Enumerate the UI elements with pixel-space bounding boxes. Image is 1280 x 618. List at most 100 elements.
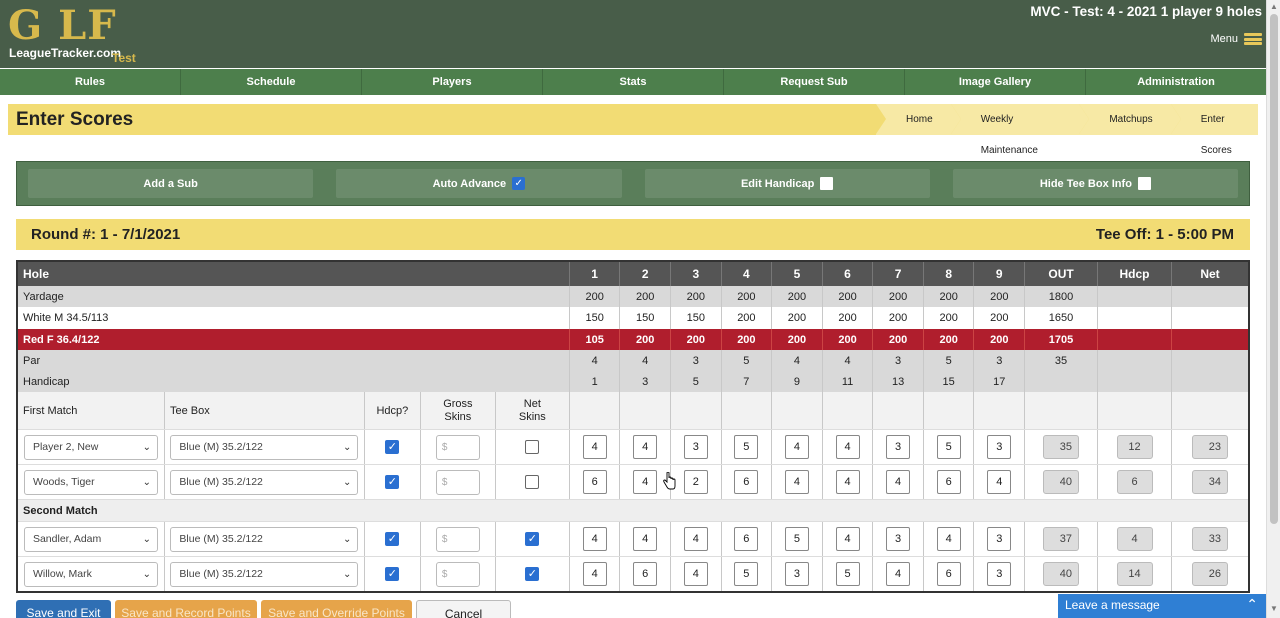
nav-stats[interactable]: Stats [543,69,724,95]
scroll-up-arrow-icon[interactable]: ▲ [1270,2,1278,11]
player-select[interactable]: Woods, Tiger ⌄ [23,469,158,495]
scroll-down-arrow-icon[interactable]: ▼ [1270,604,1278,613]
save-and-record-points-button[interactable]: Save and Record Points [115,600,257,618]
hole-score-cell: 4 [570,557,621,591]
hole-score-input[interactable]: 5 [936,435,961,459]
hole-score-input[interactable]: 4 [683,527,708,551]
hole-score-input[interactable]: 6 [582,470,607,494]
empty-cell [873,392,924,429]
gross-skins-input[interactable]: $ [435,434,480,460]
hdcp-checkbox[interactable]: ✓ [385,532,400,546]
hide-tee-box-toggle[interactable]: Hide Tee Box Info [952,169,1238,198]
hole-score-input[interactable]: 4 [835,527,860,551]
hole-score-input[interactable]: 6 [734,527,759,551]
menu-button[interactable]: Menu [1210,33,1262,45]
hole-score-input[interactable]: 3 [987,435,1012,459]
hole-score-input[interactable]: 4 [683,562,708,586]
auto-advance-checkbox[interactable]: ✓ [512,177,526,190]
hole-score-input[interactable]: 5 [784,527,809,551]
cancel-button[interactable]: Cancel [416,600,511,618]
hole-score-input[interactable]: 4 [835,470,860,494]
save-and-exit-button[interactable]: Save and Exit [16,600,111,618]
hdcp-checkbox[interactable]: ✓ [385,475,400,489]
hole-score-input[interactable]: 4 [633,435,658,459]
breadcrumb-weekly-maintenance[interactable]: Weekly Maintenance [950,104,1089,156]
player-select[interactable]: Player 2, New ⌄ [23,434,158,460]
hole-score-input[interactable]: 4 [886,470,911,494]
tee-box-select[interactable]: Blue (M) 35.2/122 ⌄ [170,469,359,495]
edit-handicap-checkbox[interactable] [820,177,834,190]
gross-skins-input[interactable]: $ [435,526,480,552]
hole-score-input[interactable]: 6 [734,470,759,494]
hide-tee-box-checkbox[interactable] [1137,177,1151,190]
player-select[interactable]: Sandler, Adam ⌄ [23,526,158,552]
par-value: 4 [620,350,671,371]
chevron-up-icon[interactable]: ⌃ [1246,596,1258,613]
breadcrumb-home[interactable]: Home [876,104,961,135]
par-out: 35 [1025,350,1099,371]
nav-rules[interactable]: Rules [0,69,181,95]
nav-administration[interactable]: Administration [1086,69,1266,95]
hole-score-input[interactable]: 4 [582,435,607,459]
hole-score-input[interactable]: 4 [835,435,860,459]
par-row: Par 4 4 3 5 4 4 3 5 3 35 [18,350,1248,371]
hole-score-input[interactable]: 4 [582,562,607,586]
hole-score-input[interactable]: 4 [987,470,1012,494]
hole-score-cell: 4 [570,430,621,464]
hole-score-cell: 2 [671,465,722,499]
hole-score-input[interactable]: 2 [683,470,708,494]
nav-schedule[interactable]: Schedule [181,69,362,95]
chevron-down-icon: ⌄ [343,441,352,453]
hole-score-input[interactable]: 4 [633,527,658,551]
hole-score-input[interactable]: 3 [987,562,1012,586]
net-skins-checkbox[interactable] [525,475,540,489]
auto-advance-label: Auto Advance [432,177,507,190]
hole-score-input[interactable]: 4 [936,527,961,551]
hdcp-checkbox[interactable]: ✓ [385,440,400,454]
hole-score-input[interactable]: 3 [987,527,1012,551]
net-skins-checkbox[interactable] [525,440,540,454]
hole-score-input[interactable]: 6 [633,562,658,586]
hole-score-input[interactable]: 3 [683,435,708,459]
player-row: Sandler, Adam ⌄ Blue (M) 35.2/122 ⌄ ✓ $ ✓ 4 4 4 6 5… [18,521,1248,556]
hole-score-input[interactable]: 5 [734,562,759,586]
hole-score-input[interactable]: 4 [886,562,911,586]
add-sub-button[interactable]: Add a Sub [28,169,314,198]
hole-score-cell: 4 [671,557,722,591]
hole-score-input[interactable]: 6 [936,470,961,494]
yardage-value: 200 [772,286,823,307]
nav-request-sub[interactable]: Request Sub [724,69,905,95]
out-total-cell: 37 [1025,522,1099,556]
hole-score-input[interactable]: 4 [784,470,809,494]
tee-box-select[interactable]: Blue (M) 35.2/122 ⌄ [170,434,359,460]
scrollbar-thumb[interactable] [1270,14,1278,524]
scorecard-header-row: Hole 1 2 3 4 5 6 7 8 9 OUT Hdcp Net [18,262,1248,286]
save-and-override-points-button[interactable]: Save and Override Points [261,600,412,618]
edit-handicap-toggle[interactable]: Edit Handicap [644,169,930,198]
nav-image-gallery[interactable]: Image Gallery [905,69,1086,95]
main-nav: Rules Schedule Players Stats Request Sub… [0,69,1266,95]
hole-score-input[interactable]: 3 [886,435,911,459]
tee-box-select[interactable]: Blue (M) 35.2/122 ⌄ [170,526,359,552]
tee-box-select[interactable]: Blue (M) 35.2/122 ⌄ [170,561,359,587]
gross-skins-input[interactable]: $ [435,561,480,587]
hole-score-input[interactable]: 4 [633,470,658,494]
gross-skins-input[interactable]: $ [435,469,480,495]
hole-score-input[interactable]: 4 [582,527,607,551]
page-scrollbar[interactable]: ▲ ▼ [1266,0,1280,618]
net-skins-checkbox[interactable]: ✓ [525,532,540,546]
hdcp-checkbox[interactable]: ✓ [385,567,400,581]
hole-score-input[interactable]: 4 [784,435,809,459]
auto-advance-toggle[interactable]: Auto Advance ✓ [336,169,622,198]
hole-score-input[interactable]: 3 [784,562,809,586]
hole-score-input[interactable]: 5 [835,562,860,586]
net-skins-checkbox[interactable]: ✓ [525,567,540,581]
hole-score-input[interactable]: 5 [734,435,759,459]
hole-score-input[interactable]: 6 [936,562,961,586]
leave-message-widget[interactable]: Leave a message ⌃ [1058,594,1266,618]
golf-league-tracker-logo[interactable]: G LF LeagueTracker.com Test [6,2,146,66]
nav-players[interactable]: Players [362,69,543,95]
breadcrumb-matchups[interactable]: Matchups [1079,104,1182,135]
player-select[interactable]: Willow, Mark ⌄ [23,561,158,587]
hole-score-input[interactable]: 3 [886,527,911,551]
